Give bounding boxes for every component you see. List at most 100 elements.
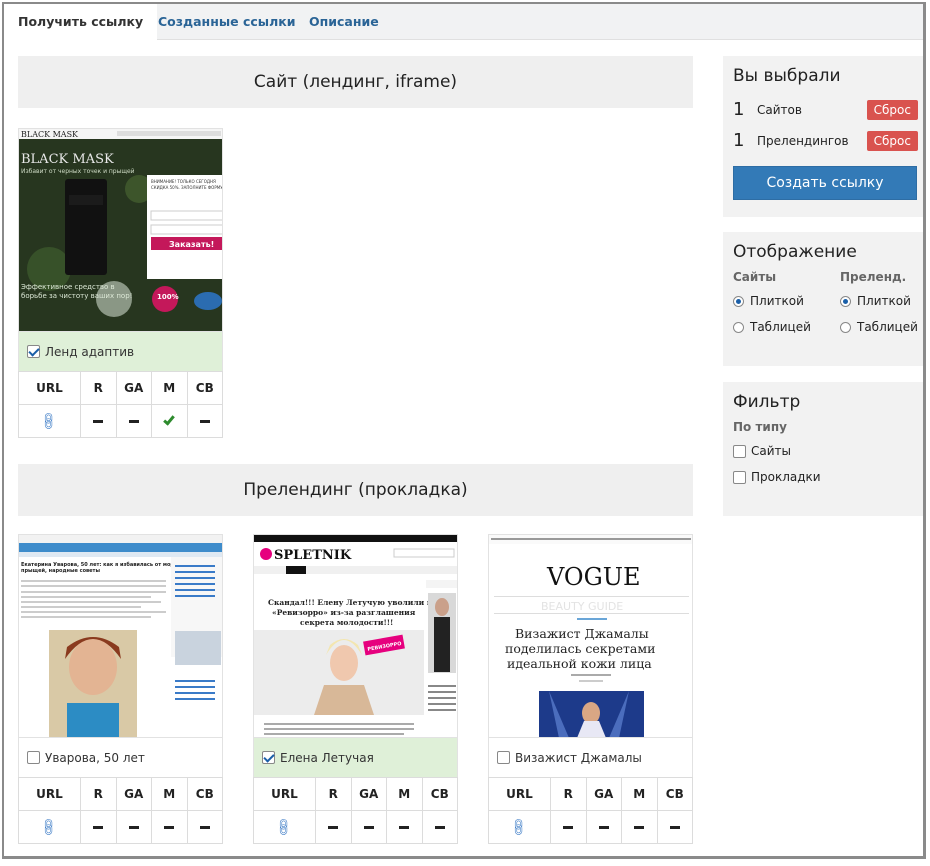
link-icon[interactable]: 🔗︎ xyxy=(38,410,60,432)
selected-prelandings-row: 1 Прелендингов Сброс xyxy=(733,125,918,156)
dash-icon xyxy=(93,420,104,423)
display-panel: Отображение Сайты Плиткой Таблицей Преле… xyxy=(723,232,923,366)
reset-prelandings-button[interactable]: Сброс xyxy=(866,130,918,151)
svg-text:борьбе за чистоту ваших пор!: борьбе за чистоту ваших пор! xyxy=(21,292,132,300)
dash-icon xyxy=(128,420,139,423)
link-icon[interactable]: 🔗︎ xyxy=(38,816,60,838)
dash-icon xyxy=(199,826,210,829)
metric-header-cb: CB xyxy=(656,777,693,811)
display-prelandings-tiles-option[interactable]: Плиткой xyxy=(840,288,918,314)
radio-icon[interactable] xyxy=(733,322,744,333)
metric-header-r: R xyxy=(315,777,352,811)
metric-header-m: M xyxy=(151,777,188,811)
dash-icon xyxy=(199,420,210,423)
dash-icon xyxy=(128,826,139,829)
display-prelandings-table-option[interactable]: Таблицей xyxy=(840,314,918,340)
dash-icon xyxy=(93,826,104,829)
metric-header-url: URL xyxy=(18,777,81,811)
svg-text:«Ревизорро» из-за разглашения: «Ревизорро» из-за разглашения xyxy=(272,608,416,617)
selected-sites-row: 1 Сайтов Сброс xyxy=(733,94,918,125)
prelanding-thumbnail[interactable]: VOGUE BEAUTY GUIDE Визажист Джамалы поде… xyxy=(488,534,693,737)
prelanding-checkbox[interactable] xyxy=(27,751,40,764)
prelanding-name-label: Визажист Джамалы xyxy=(515,750,642,765)
prelanding-card-name[interactable]: Визажист Джамалы xyxy=(488,737,693,777)
display-sites-heading: Сайты xyxy=(733,270,777,284)
dash-icon xyxy=(434,826,445,829)
section-title-sites: Сайт (лендинг, iframe) xyxy=(18,56,693,108)
tab-description[interactable]: Описание xyxy=(295,4,393,40)
site-card-name[interactable]: Ленд адаптив xyxy=(18,331,223,371)
display-sites-tiles-option[interactable]: Плиткой xyxy=(733,288,840,314)
filter-sites-option[interactable]: Сайты xyxy=(733,438,918,464)
metric-header-m: M xyxy=(151,371,188,405)
link-icon[interactable]: 🔗︎ xyxy=(273,816,295,838)
app-frame: Получить ссылку Созданные ссылки Описани… xyxy=(2,2,926,859)
metric-header-m: M xyxy=(386,777,423,811)
spletnik-preview: SPLETNIK Скандал!!! Елену Летучую уволил… xyxy=(254,535,457,735)
prelanding-metrics-table: URL R GA M CB 🔗︎ xyxy=(253,777,458,844)
dash-icon xyxy=(399,826,410,829)
checkbox[interactable] xyxy=(733,470,746,484)
tab-get-link[interactable]: Получить ссылку xyxy=(4,4,158,41)
metric-header-url: URL xyxy=(253,777,316,811)
tab-bar: Получить ссылку Созданные ссылки Описани… xyxy=(4,4,923,41)
display-sites-table-option[interactable]: Таблицей xyxy=(733,314,840,340)
dash-icon xyxy=(634,826,645,829)
svg-text:SPLETNIK: SPLETNIK xyxy=(274,548,352,563)
link-icon[interactable]: 🔗︎ xyxy=(508,816,530,838)
dash-icon xyxy=(164,826,175,829)
prelanding-card-name[interactable]: Уварова, 50 лет xyxy=(18,737,223,777)
prelanding-card: VOGUE BEAUTY GUIDE Визажист Джамалы поде… xyxy=(488,534,693,844)
svg-text:Визажист Джамалы: Визажист Джамалы xyxy=(515,626,649,641)
prelanding-card: Екатерина Уварова, 50 лет: как я избавил… xyxy=(18,534,223,844)
prelanding-checkbox[interactable] xyxy=(497,751,510,764)
svg-text:Заказать!: Заказать! xyxy=(169,240,214,249)
svg-text:Эффективное средство в: Эффективное средство в xyxy=(21,283,115,291)
filter-prelandings-option[interactable]: Прокладки xyxy=(733,464,918,490)
svg-text:секрета молодости!!!: секрета молодости!!! xyxy=(300,618,393,627)
dash-icon xyxy=(363,826,374,829)
prelandings-count: 1 xyxy=(733,130,745,151)
svg-text:ВНИМАНИЕ! ТОЛЬКО СЕГОДНЯ: ВНИМАНИЕ! ТОЛЬКО СЕГОДНЯ xyxy=(151,179,216,184)
site-checkbox[interactable] xyxy=(27,345,40,358)
tab-created-links[interactable]: Созданные ссылки xyxy=(144,4,309,40)
metric-header-r: R xyxy=(80,371,117,405)
prelanding-card-name[interactable]: Елена Летучая xyxy=(253,737,458,777)
metric-header-r: R xyxy=(80,777,117,811)
display-title: Отображение xyxy=(733,242,857,262)
uvarova-preview: Екатерина Уварова, 50 лет: как я избавил… xyxy=(19,535,222,737)
radio-icon[interactable] xyxy=(733,296,744,307)
metric-header-url: URL xyxy=(488,777,551,811)
site-card: BLACK MASK BLACK MASK Избавит от черных … xyxy=(18,128,223,438)
prelanding-card: SPLETNIK Скандал!!! Елену Летучую уволил… xyxy=(253,534,458,844)
metric-header-ga: GA xyxy=(585,777,622,811)
display-prelandings-heading: Преленд. xyxy=(840,270,907,284)
svg-text:идеальной кожи лица: идеальной кожи лица xyxy=(507,656,652,671)
prelanding-thumbnail[interactable]: SPLETNIK Скандал!!! Елену Летучую уволил… xyxy=(253,534,458,737)
check-icon xyxy=(163,413,176,426)
svg-text:Избавит от черных точек и прыщ: Избавит от черных точек и прыщей xyxy=(21,168,135,175)
create-link-button[interactable]: Создать ссылку xyxy=(733,166,917,200)
radio-icon[interactable] xyxy=(840,322,851,333)
dash-icon xyxy=(669,826,680,829)
svg-text:100%: 100% xyxy=(157,293,179,301)
option-label: Сайты xyxy=(751,444,791,458)
sites-count: 1 xyxy=(733,99,745,120)
radio-icon[interactable] xyxy=(840,296,851,307)
svg-text:Екатерина Уварова, 50 лет: как: Екатерина Уварова, 50 лет: как я избавил… xyxy=(21,561,192,568)
metric-header-cb: CB xyxy=(186,371,223,405)
dash-icon xyxy=(563,826,574,829)
metric-header-cb: CB xyxy=(186,777,223,811)
dash-icon xyxy=(598,826,609,829)
checkbox[interactable] xyxy=(733,444,746,458)
prelanding-thumbnail[interactable]: Екатерина Уварова, 50 лет: как я избавил… xyxy=(18,534,223,737)
svg-text:поделилась секретами: поделилась секретами xyxy=(505,641,655,656)
reset-sites-button[interactable]: Сброс xyxy=(866,99,918,120)
option-label: Плиткой xyxy=(750,294,804,308)
option-label: Таблицей xyxy=(857,320,918,334)
site-thumbnail[interactable]: BLACK MASK BLACK MASK Избавит от черных … xyxy=(18,128,223,331)
prelanding-checkbox[interactable] xyxy=(262,751,275,764)
filter-panel: Фильтр По типу Сайты Прокладки xyxy=(723,382,923,516)
selection-panel: Вы выбрали 1 Сайтов Сброс 1 Прелендингов… xyxy=(723,56,923,217)
svg-text:BLACK MASK: BLACK MASK xyxy=(21,152,114,167)
